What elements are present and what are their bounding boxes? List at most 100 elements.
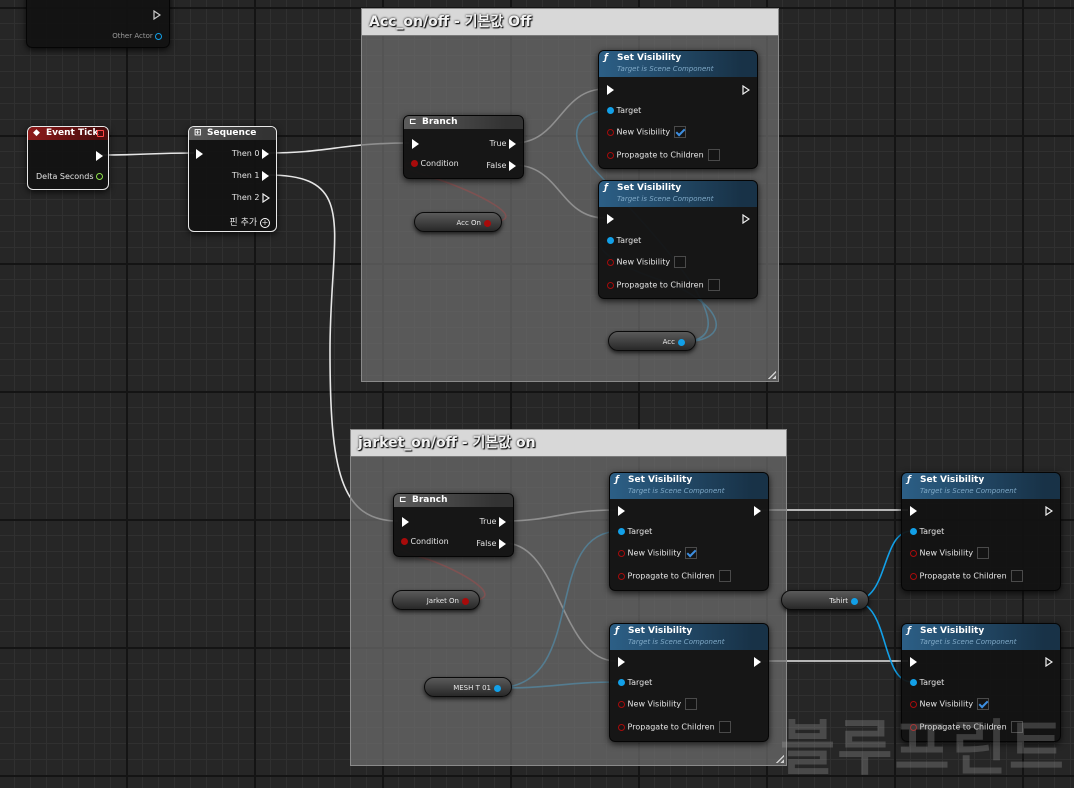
new-visibility-checkbox[interactable] bbox=[685, 698, 698, 710]
exec-pin-icon bbox=[412, 138, 419, 149]
pin-label: Target bbox=[627, 678, 653, 687]
exec-in-pin[interactable] bbox=[618, 505, 625, 517]
exec-out-pin[interactable] bbox=[742, 213, 750, 225]
exec-in-pin[interactable] bbox=[402, 516, 409, 528]
exec-out-pin[interactable] bbox=[153, 9, 161, 21]
exec-out-pin[interactable] bbox=[754, 656, 761, 668]
exec-pin-icon bbox=[910, 505, 917, 516]
propagate-checkbox[interactable] bbox=[718, 570, 731, 582]
pin-label: Propagate to Children bbox=[616, 150, 704, 160]
exec-in-pin[interactable] bbox=[607, 84, 614, 96]
variable-node-jarket-on[interactable]: Jarket On bbox=[392, 590, 480, 610]
exec-in-pin[interactable] bbox=[412, 138, 419, 150]
target-pin[interactable]: Target bbox=[618, 526, 652, 538]
branch-node-jarket[interactable]: ⊏ Branch True Condition False bbox=[393, 493, 514, 557]
condition-pin[interactable]: Condition bbox=[401, 536, 449, 548]
exec-pin-icon bbox=[509, 160, 516, 171]
comment-title[interactable]: Acc_on/off - 기본값 Off bbox=[362, 9, 778, 36]
exec-wire-tick-seq bbox=[101, 152, 195, 156]
target-pin[interactable]: Target bbox=[618, 677, 652, 689]
pin-label: Target bbox=[919, 678, 945, 687]
exec-in-pin[interactable] bbox=[910, 656, 917, 668]
function-f-icon: ƒ bbox=[615, 475, 619, 485]
set-visibility-node[interactable]: ƒ Set Visibility Target is Scene Component… bbox=[609, 472, 769, 591]
exec-out-pin[interactable] bbox=[1045, 656, 1053, 668]
new-visibility-checkbox[interactable] bbox=[977, 547, 990, 559]
pin-label: Condition bbox=[410, 537, 449, 546]
variable-node-acc-on[interactable]: Acc On bbox=[414, 212, 502, 232]
target-pin[interactable]: Target bbox=[607, 235, 641, 247]
new-visibility-checkbox[interactable] bbox=[674, 126, 687, 138]
pin-label: Other Actor bbox=[112, 32, 153, 40]
delta-seconds-pin[interactable]: Delta Seconds bbox=[36, 171, 104, 183]
branch-node-acc[interactable]: ⊏ Branch True Condition False bbox=[403, 115, 524, 179]
variable-node-tshirt[interactable]: Tshirt bbox=[781, 590, 869, 610]
node-subtitle: Target is Scene Component bbox=[617, 65, 714, 73]
then-1-pin[interactable]: Then 1 bbox=[232, 170, 269, 182]
true-pin[interactable]: True bbox=[489, 138, 516, 150]
set-visibility-node[interactable]: ƒ Set Visibility Target is Scene Component… bbox=[901, 472, 1061, 591]
condition-pin[interactable]: Condition bbox=[411, 158, 459, 170]
comment-title[interactable]: jarket_on/off - 기본값 on bbox=[351, 430, 786, 457]
propagate-pin[interactable]: Propagate to Children bbox=[607, 279, 720, 291]
new-visibility-pin[interactable]: New Visibility bbox=[618, 698, 698, 710]
propagate-pin[interactable]: Propagate to Children bbox=[910, 570, 1023, 582]
exec-out-pin[interactable] bbox=[96, 150, 103, 162]
target-pin[interactable]: Target bbox=[910, 677, 944, 689]
false-pin[interactable]: False bbox=[476, 538, 506, 550]
propagate-pin[interactable]: Propagate to Children bbox=[618, 570, 731, 582]
pin-label: Propagate to Children bbox=[627, 571, 715, 581]
new-visibility-pin[interactable]: New Visibility bbox=[607, 126, 687, 138]
set-visibility-node[interactable]: ƒ Set Visibility Target is Scene Component… bbox=[609, 623, 769, 742]
add-pin-button[interactable]: 핀 추가 + bbox=[229, 217, 270, 229]
propagate-checkbox[interactable] bbox=[718, 721, 731, 733]
set-visibility-node[interactable]: ƒ Set Visibility Target is Scene Component… bbox=[598, 180, 758, 299]
exec-out-pin[interactable] bbox=[754, 505, 761, 517]
node-header: ƒ Set Visibility Target is Scene Component bbox=[599, 51, 757, 77]
propagate-checkbox[interactable] bbox=[707, 149, 720, 161]
event-tick-node[interactable]: ◆ Event Tick Delta Seconds bbox=[27, 126, 109, 190]
exec-pin-icon bbox=[262, 170, 269, 181]
delegate-pin-icon[interactable] bbox=[97, 130, 104, 137]
new-visibility-checkbox[interactable] bbox=[685, 547, 698, 559]
object-pin-icon bbox=[618, 528, 625, 535]
node-title: Set Visibility bbox=[628, 475, 693, 485]
propagate-checkbox[interactable] bbox=[707, 279, 720, 291]
exec-pin-icon bbox=[618, 505, 625, 516]
partial-node-top[interactable]: Other Actor bbox=[26, 0, 170, 48]
resize-handle-icon[interactable] bbox=[767, 370, 776, 379]
then-0-pin[interactable]: Then 0 bbox=[232, 148, 269, 160]
pin-label: New Visibility bbox=[616, 257, 671, 267]
variable-node-mesh[interactable]: MESH T 01 bbox=[424, 677, 512, 697]
false-pin[interactable]: False bbox=[486, 160, 516, 172]
bool-pin-icon bbox=[618, 572, 625, 580]
propagate-pin[interactable]: Propagate to Children bbox=[607, 149, 720, 161]
exec-out-pin[interactable] bbox=[1045, 505, 1053, 517]
exec-in-pin[interactable] bbox=[196, 148, 203, 160]
other-actor-pin[interactable]: Other Actor bbox=[112, 30, 162, 42]
exec-in-pin[interactable] bbox=[607, 213, 614, 225]
then-2-pin[interactable]: Then 2 bbox=[232, 192, 270, 204]
new-visibility-checkbox[interactable] bbox=[674, 256, 687, 268]
sequence-node[interactable]: ⊞ Sequence Then 0 Then 1 Then 2 핀 추가 + bbox=[188, 126, 277, 232]
true-pin[interactable]: True bbox=[479, 516, 506, 528]
bool-pin-icon bbox=[607, 258, 614, 266]
new-visibility-pin[interactable]: New Visibility bbox=[910, 547, 990, 559]
target-pin[interactable]: Target bbox=[910, 526, 944, 538]
exec-out-pin[interactable] bbox=[742, 84, 750, 96]
node-header: ƒ Set Visibility Target is Scene Component bbox=[610, 624, 768, 650]
exec-in-pin[interactable] bbox=[910, 505, 917, 517]
propagate-checkbox[interactable] bbox=[1010, 570, 1023, 582]
new-visibility-pin[interactable]: New Visibility bbox=[607, 256, 687, 268]
bool-pin-icon bbox=[910, 572, 917, 580]
node-title: Set Visibility bbox=[628, 626, 693, 636]
target-pin[interactable]: Target bbox=[607, 105, 641, 117]
variable-node-acc[interactable]: Acc bbox=[608, 331, 696, 351]
bool-pin-icon bbox=[607, 281, 614, 289]
new-visibility-pin[interactable]: New Visibility bbox=[618, 547, 698, 559]
propagate-pin[interactable]: Propagate to Children bbox=[618, 721, 731, 733]
set-visibility-node[interactable]: ƒ Set Visibility Target is Scene Component… bbox=[598, 50, 758, 169]
exec-pin-icon bbox=[754, 505, 761, 516]
exec-pin-icon bbox=[196, 148, 203, 159]
exec-in-pin[interactable] bbox=[618, 656, 625, 668]
